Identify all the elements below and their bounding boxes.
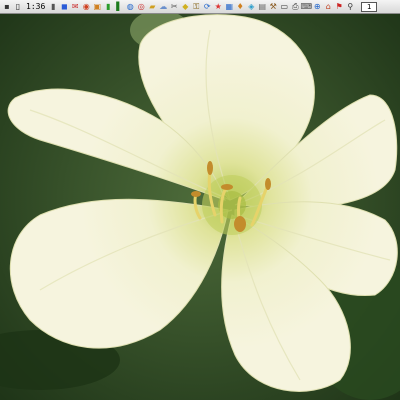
- blue-app-icon[interactable]: ◼: [59, 2, 69, 12]
- flag-icon[interactable]: ⚑: [334, 2, 344, 12]
- globe-icon-glyph: ◍: [126, 1, 134, 11]
- blue-app-icon-glyph: ◼: [60, 1, 68, 11]
- monitor-icon[interactable]: ▯: [13, 2, 23, 12]
- phone-icon[interactable]: ▮: [48, 2, 58, 12]
- cloud-icon-glyph: ☁: [159, 1, 168, 11]
- system-taskbar: ▪ ▯ 1:36 ▮ ◼ ✉ ◉ ▣ ▮ ▌ ◍ ◎ ▰ ☁ ✂ ◆ ⚿ ⟳ ★ ▦ ♦ ◈ ▤ ⚒ ▭ ⎙ ⌨ ⊕ ⌂ ⚑ ⚲ 1: [0, 0, 400, 14]
- sync-icon[interactable]: ⟳: [202, 2, 212, 12]
- document-icon-glyph: ▤: [258, 1, 267, 11]
- battery-icon-glyph: ▮: [106, 1, 111, 11]
- keyboard-icon-glyph: ⌨: [300, 1, 313, 11]
- page-indicator[interactable]: 1: [361, 1, 378, 12]
- folder-icon[interactable]: ▰: [147, 2, 157, 12]
- key-icon-glyph: ⚿: [193, 1, 200, 11]
- lightbulb-icon[interactable]: ◆: [180, 2, 190, 12]
- signal-icon[interactable]: ▌: [114, 2, 124, 12]
- quick-launch-box-icon[interactable]: ▪: [2, 2, 12, 12]
- red-app-icon-glyph: ◉: [82, 1, 90, 11]
- display-icon[interactable]: ▭: [279, 2, 289, 12]
- bell-icon[interactable]: ♦: [235, 2, 245, 12]
- star-icon-glyph: ★: [214, 1, 222, 11]
- chart-icon-glyph: ▦: [225, 1, 234, 11]
- search-icon[interactable]: ⚲: [345, 2, 355, 12]
- tray-icons: ▮ ◼ ✉ ◉ ▣ ▮ ▌ ◍ ◎ ▰ ☁ ✂ ◆ ⚿ ⟳ ★ ▦ ♦ ◈ ▤ ⚒ ▭ ⎙ ⌨ ⊕ ⌂ ⚑ ⚲: [48, 2, 355, 12]
- flag-icon-glyph: ⚑: [335, 1, 343, 11]
- signal-icon-glyph: ▌: [116, 1, 123, 11]
- keyboard-icon[interactable]: ⌨: [300, 1, 313, 12]
- home-icon[interactable]: ⌂: [323, 2, 333, 12]
- bell-icon-glyph: ♦: [236, 1, 244, 11]
- battery-icon[interactable]: ▮: [103, 2, 113, 12]
- printer-icon-glyph: ⎙: [292, 1, 299, 11]
- disc-icon[interactable]: ◎: [136, 2, 146, 12]
- disc-icon-glyph: ◎: [137, 1, 145, 11]
- image-icon-glyph: ▣: [93, 1, 102, 11]
- mail-icon-glyph: ✉: [71, 1, 79, 11]
- wrench-icon[interactable]: ⚒: [268, 2, 278, 12]
- globe-icon[interactable]: ◍: [125, 2, 135, 12]
- phone-icon-glyph: ▮: [51, 1, 56, 11]
- tools-icon-glyph: ✂: [170, 1, 178, 11]
- image-icon[interactable]: ▣: [92, 2, 102, 12]
- mail-icon[interactable]: ✉: [70, 2, 80, 12]
- paint-icon-glyph: ◈: [248, 1, 255, 11]
- display-icon-glyph: ▭: [280, 1, 289, 11]
- wrench-icon-glyph: ⚒: [269, 1, 277, 11]
- star-icon[interactable]: ★: [213, 2, 223, 12]
- sync-icon-glyph: ⟳: [203, 1, 211, 11]
- cloud-icon[interactable]: ☁: [158, 2, 168, 12]
- chart-icon[interactable]: ▦: [224, 2, 234, 12]
- clock[interactable]: 1:36: [25, 2, 46, 12]
- document-icon[interactable]: ▤: [257, 2, 267, 12]
- printer-icon[interactable]: ⎙: [290, 2, 300, 12]
- key-icon[interactable]: ⚿: [191, 2, 201, 12]
- home-icon-glyph: ⌂: [325, 1, 331, 11]
- folder-icon-glyph: ▰: [149, 1, 156, 11]
- red-app-icon[interactable]: ◉: [81, 2, 91, 12]
- search-icon-glyph: ⚲: [347, 1, 354, 11]
- daylily-photo: [0, 0, 400, 400]
- tools-icon[interactable]: ✂: [169, 2, 179, 12]
- paint-icon[interactable]: ◈: [246, 2, 256, 12]
- network-icon[interactable]: ⊕: [312, 2, 322, 12]
- lightbulb-icon-glyph: ◆: [182, 1, 189, 11]
- network-icon-glyph: ⊕: [313, 1, 321, 11]
